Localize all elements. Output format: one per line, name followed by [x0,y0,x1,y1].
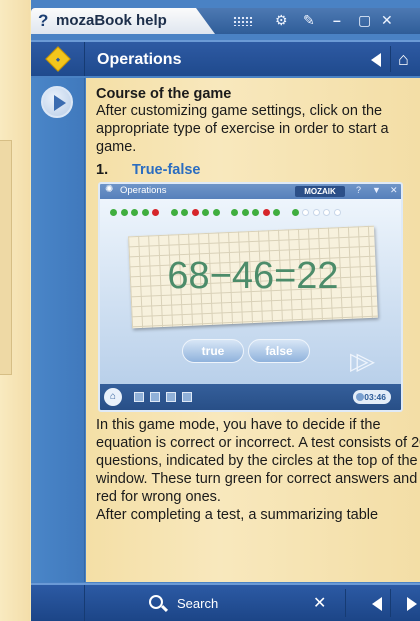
true-button: true [182,339,244,363]
nav-bar: Operations ⌂ [31,40,420,76]
progress-dot [110,209,117,216]
equation-text: 68−46=22 [167,255,339,298]
game-title-bar: ✺ Operations MOZAIK ? ▼ ✕ [100,184,401,199]
desktop-panel [0,140,12,375]
play-button[interactable] [41,86,73,118]
false-button: false [248,339,310,363]
description-text: In this game mode, you have to decide if… [96,417,420,505]
game-timer: 03:46 [353,390,391,404]
progress-dot [141,209,149,216]
footer-button-1 [134,392,144,402]
prev-page-icon[interactable] [372,597,382,611]
progress-dot [312,209,320,216]
progress-dot [120,209,128,216]
desktop-background [0,0,30,621]
game-body: 68−46=22 true false ▷▷ [100,199,401,384]
bottom-divider [345,589,346,617]
gear-icon: ✺ [105,184,114,195]
settings-icon[interactable]: ⚙ [275,12,288,29]
dropdown-icon: ▼ [372,185,381,195]
title-tab: ? mozaBook help [31,8,215,34]
item-title: True-false [132,162,201,178]
list-item: 1. True-false [96,162,420,178]
grid-dots-icon[interactable] [233,16,253,26]
nav-divider [390,46,391,72]
sidebar [31,78,85,582]
game-footer: ⌂ 03:46 [100,384,401,410]
nav-title: Operations [97,51,182,68]
next-arrows-icon: ▷▷ [350,348,375,375]
next-page-icon[interactable] [407,597,417,611]
close-icon-small: ✕ [390,185,398,195]
progress-dot [202,209,209,216]
progress-dot [323,209,330,216]
search-input[interactable]: Search [177,596,218,611]
footer-button-3 [166,392,176,402]
nav-diamond-icon [45,46,71,72]
progress-dot [212,209,220,216]
title-bar: ? mozaBook help ⚙ ✎ – ▢ ✕ [31,8,420,34]
help-icon: ? [38,11,49,30]
progress-dot [170,209,178,216]
progress-dot [262,209,270,216]
home-icon[interactable]: ⌂ [398,49,420,69]
progress-dot [302,209,309,216]
bottom-bar: Search ✕ [31,583,420,621]
home-icon-small: ⌂ [104,388,122,406]
section-heading: Course of the game [96,86,232,102]
mozaik-logo: MOZAIK [295,186,345,197]
clear-search-icon[interactable]: ✕ [313,593,326,613]
pen-icon[interactable]: ✎ [303,12,315,29]
progress-dot [191,209,199,216]
help-content: Course of the game After customizing gam… [86,78,420,582]
footer-button-2 [150,392,160,402]
minimize-icon[interactable]: – [333,12,341,28]
window-title: mozaBook help [56,12,167,29]
progress-dot [152,209,159,216]
item-number: 1. [96,162,109,178]
description-text-2: After completing a test, a summarizing t… [96,507,379,523]
search-icon[interactable] [149,595,163,609]
back-arrow-icon[interactable] [371,53,381,67]
footer-button-4 [182,392,192,402]
progress-dot [291,209,299,216]
progress-dot [273,209,280,216]
game-screenshot: ✺ Operations MOZAIK ? ▼ ✕ 68−46=22 true … [98,182,403,412]
progress-dot [181,209,188,216]
help-window: ? mozaBook help ⚙ ✎ – ▢ ✕ Operations ⌂ C… [31,0,420,621]
progress-dot [252,209,259,216]
equation-paper: 68−46=22 [128,225,378,329]
progress-dot [231,209,238,216]
intro-text: After customizing game settings, click o… [96,103,389,155]
progress-dot [333,209,341,216]
progress-dot [131,209,138,216]
nav-menu-button[interactable] [31,42,85,76]
maximize-icon[interactable]: ▢ [358,12,371,29]
bottom-left-area [31,585,85,621]
game-title: Operations [120,185,167,196]
progress-dot [241,209,249,216]
help-icon-small: ? [356,185,362,195]
bottom-divider-2 [390,589,391,617]
close-icon[interactable]: ✕ [381,12,393,29]
